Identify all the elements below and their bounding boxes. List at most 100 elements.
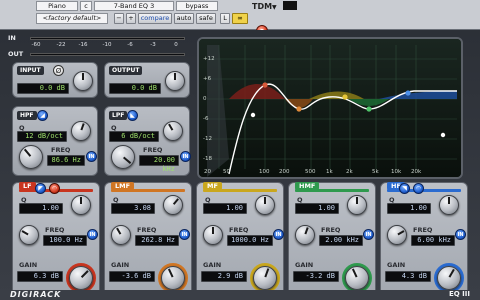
out-meter — [30, 53, 185, 56]
plugin-selector[interactable]: 7-Band EQ 3 — [94, 1, 174, 11]
meter-tick: -3 — [150, 42, 156, 48]
hmf-freq-label: FREQ — [321, 226, 341, 234]
lf-freq-knob[interactable] — [19, 225, 39, 245]
input-gain-knob[interactable] — [73, 71, 93, 91]
lf-freq-label: FREQ — [45, 226, 65, 234]
hf-q-knob[interactable] — [439, 195, 459, 215]
tdm-menu-arrow-icon[interactable]: ▼ — [272, 4, 277, 11]
hmf-gain-knob[interactable] — [345, 266, 369, 290]
plugin-footer: DIGIRACK EQ III — [0, 290, 480, 300]
lf-peak-icon[interactable]: ◠ — [49, 183, 60, 194]
hf-in-button[interactable]: IN — [455, 229, 466, 240]
preset-selector[interactable]: <factory default> — [36, 13, 108, 24]
phase-invert-icon[interactable]: Ø — [53, 65, 64, 76]
mf-label: MF — [203, 182, 222, 190]
lf-q-knob[interactable] — [71, 195, 91, 215]
hf-freq-display[interactable]: 6.00 kHz — [411, 235, 455, 246]
lpf-freq-display[interactable]: 20.00 kHz — [139, 155, 179, 173]
mf-q-display[interactable]: 1.00 — [203, 203, 247, 214]
lpf-slope-display[interactable]: 6 dB/oct — [109, 131, 159, 142]
hmf-gain-label: GAIN — [295, 261, 314, 269]
auto-button[interactable]: auto — [174, 13, 194, 24]
lmf-freq-knob[interactable] — [111, 225, 131, 245]
header-row-preset: <factory default> − + compare auto safe … — [0, 13, 480, 37]
hf-shelf-icon[interactable]: ◥ — [399, 183, 410, 194]
mf-band: MF Q 1.00 FREQ 1000.0 Hz IN GAIN 2.9 dB — [196, 182, 284, 298]
hf-gain-display[interactable]: 4.3 dB — [385, 271, 431, 282]
lmf-in-button[interactable]: IN — [179, 229, 190, 240]
hpf-slope-display[interactable]: 12 dB/oct — [17, 131, 67, 142]
mf-freq-label: FREQ — [229, 226, 249, 234]
lf-in-button[interactable]: IN — [87, 229, 98, 240]
link-left-button[interactable]: L — [220, 13, 230, 24]
lf-shelf-icon[interactable]: ◤ — [35, 183, 46, 194]
mf-gain-knob[interactable] — [253, 266, 277, 290]
meter-scale: -60 -22 -16 -10 -6 -3 0 — [30, 42, 190, 50]
lf-freq-display[interactable]: 100.0 Hz — [43, 235, 87, 246]
mf-q-knob[interactable] — [255, 195, 275, 215]
hf-gain-label: GAIN — [387, 261, 406, 269]
hf-band: HF ◥ ◠ Q 1.00 FREQ 6.00 kHz IN GAIN 4.3 … — [380, 182, 468, 298]
hpf-slope-knob[interactable] — [71, 121, 91, 141]
hmf-freq-display[interactable]: 2.00 kHz — [319, 235, 363, 246]
input-label: INPUT — [17, 66, 44, 75]
lpf-in-button[interactable]: IN — [180, 151, 191, 162]
hmf-label: HMF — [295, 182, 320, 190]
lmf-freq-display[interactable]: 262.8 Hz — [135, 235, 179, 246]
insert-slot-box[interactable]: c — [80, 1, 92, 11]
plugin-header: Piano c 7-Band EQ 3 bypass TDM ▼ <factor… — [0, 0, 480, 37]
hmf-freq-knob[interactable] — [295, 225, 315, 245]
lmf-q-knob[interactable] — [163, 195, 183, 215]
lpf-module: LPF ◣ Q 6 dB/oct FREQ 20.00 kHz IN — [104, 106, 191, 176]
link-icon[interactable]: ∞ — [232, 13, 248, 24]
lmf-q-display[interactable]: 3.08 — [111, 203, 155, 214]
mf-gain-display[interactable]: 2.9 dB — [201, 271, 247, 282]
lmf-label: LMF — [111, 182, 135, 190]
mf-freq-knob[interactable] — [203, 225, 223, 245]
hpf-in-button[interactable]: IN — [86, 151, 97, 162]
graph-y-label: 0 — [203, 96, 207, 102]
lf-label: LF — [19, 182, 36, 190]
hmf-in-button[interactable]: IN — [363, 229, 374, 240]
eq-response-graph[interactable]: +12 +6 0 -6 -12 -18 20 50 100 200 500 1k… — [197, 37, 463, 179]
lf-gain-knob[interactable] — [69, 266, 93, 290]
hmf-gain-display[interactable]: -3.2 dB — [293, 271, 339, 282]
output-gain-display[interactable]: 0.0 dB — [109, 83, 161, 94]
lmf-band: LMF Q 3.08 FREQ 262.8 Hz IN GAIN -3.6 dB — [104, 182, 192, 298]
lmf-gain-knob[interactable] — [161, 266, 185, 290]
hmf-q-display[interactable]: 1.00 — [295, 203, 339, 214]
graph-y-label: +6 — [203, 76, 212, 82]
meter-tick: -10 — [102, 42, 112, 48]
meter-tick: -60 — [31, 42, 41, 48]
hpf-freq-display[interactable]: 86.6 Hz — [47, 155, 85, 166]
previous-setting-button[interactable]: − — [114, 13, 124, 24]
hmf-q-knob[interactable] — [347, 195, 367, 215]
input-gain-display[interactable]: 0.0 dB — [17, 83, 69, 94]
meter-tick: -6 — [127, 42, 133, 48]
next-setting-button[interactable]: + — [126, 13, 136, 24]
lpf-shape-icon[interactable]: ◣ — [127, 110, 138, 121]
hf-q-display[interactable]: 1.00 — [387, 203, 431, 214]
hpf-shape-icon[interactable]: ◢ — [37, 110, 48, 121]
hf-peak-icon[interactable]: ◠ — [413, 183, 424, 194]
mf-in-button[interactable]: IN — [273, 229, 284, 240]
hmf-band: HMF Q 1.00 FREQ 2.00 kHz IN GAIN -3.2 dB — [288, 182, 376, 298]
hpf-freq-knob[interactable] — [19, 145, 43, 169]
compare-button[interactable]: compare — [138, 13, 172, 24]
lf-q-display[interactable]: 1.00 — [19, 203, 63, 214]
hf-freq-knob[interactable] — [387, 225, 407, 245]
lf-gain-display[interactable]: 6.3 dB — [17, 271, 63, 282]
track-name-box[interactable]: Piano — [36, 1, 78, 11]
hf-gain-knob[interactable] — [437, 266, 461, 290]
output-gain-knob[interactable] — [165, 71, 185, 91]
lpf-freq-knob[interactable] — [111, 145, 135, 169]
graph-x-label: 200 — [279, 169, 290, 175]
graph-y-label: -18 — [203, 156, 212, 162]
bypass-button[interactable]: bypass — [176, 1, 218, 11]
graph-x-label: 10k — [391, 169, 402, 175]
lmf-gain-display[interactable]: -3.6 dB — [109, 271, 155, 282]
mf-freq-display[interactable]: 1000.0 Hz — [227, 235, 273, 246]
lpf-slope-knob[interactable] — [163, 121, 183, 141]
safe-button[interactable]: safe — [196, 13, 216, 24]
clip-indicator — [283, 1, 297, 10]
